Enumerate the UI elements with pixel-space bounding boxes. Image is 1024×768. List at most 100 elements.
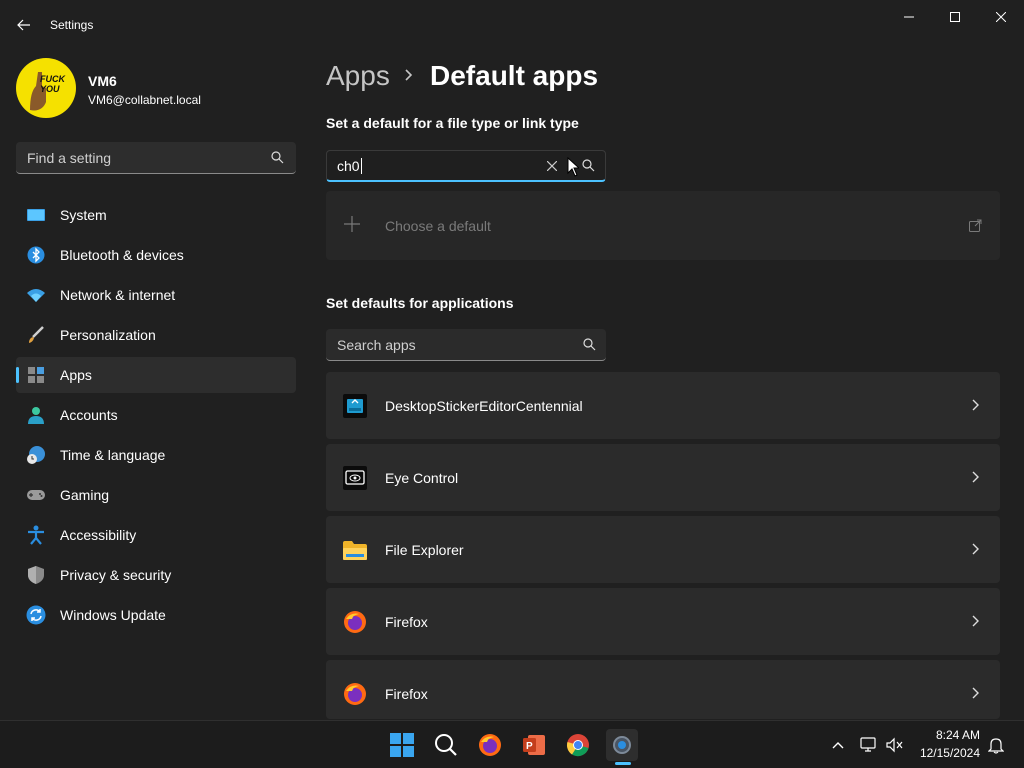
sidebar-item-personalization[interactable]: Personalization [16, 317, 296, 353]
app-row-eye-control[interactable]: Eye Control [326, 444, 1000, 511]
eye-control-icon [342, 465, 368, 491]
sidebar-item-windows-update[interactable]: Windows Update [16, 597, 296, 633]
find-setting-search[interactable]: Find a setting [16, 142, 296, 174]
app-row-firefox[interactable]: Firefox [326, 660, 1000, 719]
sidebar-item-label: System [60, 207, 107, 223]
open-external-icon [969, 219, 982, 232]
chevron-right-icon [405, 69, 413, 81]
shield-icon [26, 565, 46, 585]
taskbar-powerpoint[interactable]: P [518, 729, 550, 761]
plus-icon [344, 216, 360, 232]
chrome-icon [566, 734, 589, 757]
sidebar-item-system[interactable]: System [16, 197, 296, 233]
folder-icon [342, 537, 368, 563]
search-apps-box[interactable]: Search apps [326, 329, 606, 361]
sidebar-item-apps[interactable]: Apps [16, 357, 296, 393]
avatar-text: FUCK YOU [40, 74, 65, 94]
close-button[interactable] [978, 0, 1024, 34]
maximize-icon [950, 12, 960, 22]
search-icon [435, 734, 457, 756]
app-name: Firefox [385, 614, 428, 630]
chevron-right-icon [972, 615, 979, 627]
powerpoint-icon: P [523, 735, 545, 755]
clock-date[interactable]: 12/15/2024 [908, 746, 980, 760]
sidebar-item-accessibility[interactable]: Accessibility [16, 517, 296, 553]
svg-text:P: P [526, 741, 533, 752]
chevron-right-icon [972, 687, 979, 699]
minimize-icon [904, 16, 914, 18]
app-row-firefox[interactable]: Firefox [326, 588, 1000, 655]
apps-section-title: Set defaults for applications [326, 295, 514, 311]
bell-icon [988, 738, 1004, 754]
avatar[interactable]: FUCK YOU [16, 58, 76, 118]
sidebar-item-label: Privacy & security [60, 567, 172, 583]
search-icon [583, 338, 596, 351]
windows-logo-icon [390, 733, 414, 757]
sidebar-item-label: Time & language [60, 447, 166, 463]
update-icon [26, 605, 46, 625]
brush-icon [26, 325, 46, 345]
profile-name: VM6 [88, 73, 117, 89]
sidebar-item-gaming[interactable]: Gaming [16, 477, 296, 513]
taskbar-chrome[interactable] [562, 729, 594, 761]
sidebar-item-label: Accessibility [60, 527, 137, 543]
person-icon [26, 405, 46, 425]
app-row-desktop-sticker-editor[interactable]: DesktopStickerEditorCentennial [326, 372, 1000, 439]
choose-default-label: Choose a default [385, 218, 491, 234]
taskbar-settings[interactable] [606, 729, 638, 761]
start-button[interactable] [386, 729, 418, 761]
clock-time[interactable]: 8:24 AM [918, 728, 980, 742]
sidebar-item-accounts[interactable]: Accounts [16, 397, 296, 433]
search-icon [271, 151, 284, 164]
taskbar-firefox[interactable] [474, 729, 506, 761]
sidebar-item-time-language[interactable]: Time & language [16, 437, 296, 473]
breadcrumb-parent[interactable]: Apps [326, 60, 390, 92]
maximize-button[interactable] [932, 0, 978, 34]
sticker-editor-icon [342, 393, 368, 419]
notifications-button[interactable] [986, 735, 1006, 755]
system-icon [26, 205, 46, 225]
wifi-icon [26, 285, 46, 305]
volume-muted-icon [886, 737, 903, 753]
network-status-button[interactable] [859, 735, 879, 755]
filetype-section-title: Set a default for a file type or link ty… [326, 115, 579, 131]
app-row-file-explorer[interactable]: File Explorer [326, 516, 1000, 583]
search-icon[interactable] [582, 159, 595, 172]
text-caret [360, 158, 362, 174]
taskbar: P 8:24 AM 12/15/2024 [0, 720, 1024, 768]
app-name: Eye Control [385, 470, 459, 486]
sidebar-item-label: Personalization [60, 327, 156, 343]
filetype-search-input[interactable]: ch0 [337, 158, 362, 174]
sidebar-item-label: Gaming [60, 487, 110, 503]
show-hidden-icons-button[interactable] [828, 735, 848, 755]
close-icon [547, 161, 557, 171]
filetype-search-box[interactable]: ch0 [326, 150, 606, 182]
active-app-indicator [615, 762, 631, 765]
sidebar-item-privacy[interactable]: Privacy & security [16, 557, 296, 593]
bluetooth-icon [26, 245, 46, 265]
taskbar-search-button[interactable] [430, 729, 462, 761]
find-setting-input[interactable]: Find a setting [27, 150, 111, 166]
sidebar-item-network[interactable]: Network & internet [16, 277, 296, 313]
search-apps-input[interactable]: Search apps [337, 337, 416, 353]
sidebar-item-label: Apps [60, 367, 92, 383]
volume-button[interactable] [885, 735, 905, 755]
choose-default-card[interactable]: Choose a default [326, 191, 1000, 260]
sidebar-item-bluetooth[interactable]: Bluetooth & devices [16, 237, 296, 273]
network-icon [860, 737, 876, 752]
app-title: Settings [50, 18, 94, 32]
back-button[interactable] [8, 10, 40, 40]
minimize-button[interactable] [886, 0, 932, 34]
clear-search-button[interactable] [539, 156, 565, 176]
mouse-cursor-icon [567, 157, 579, 177]
chevron-right-icon [972, 399, 979, 411]
firefox-icon [479, 734, 501, 756]
gamepad-icon [26, 485, 46, 505]
app-name: Firefox [385, 686, 428, 702]
firefox-icon [342, 609, 368, 635]
chevron-right-icon [972, 471, 979, 483]
filetype-search-value: ch0 [337, 158, 360, 174]
app-name: File Explorer [385, 542, 464, 558]
page-title: Default apps [430, 60, 599, 91]
sidebar-item-label: Network & internet [60, 287, 176, 303]
